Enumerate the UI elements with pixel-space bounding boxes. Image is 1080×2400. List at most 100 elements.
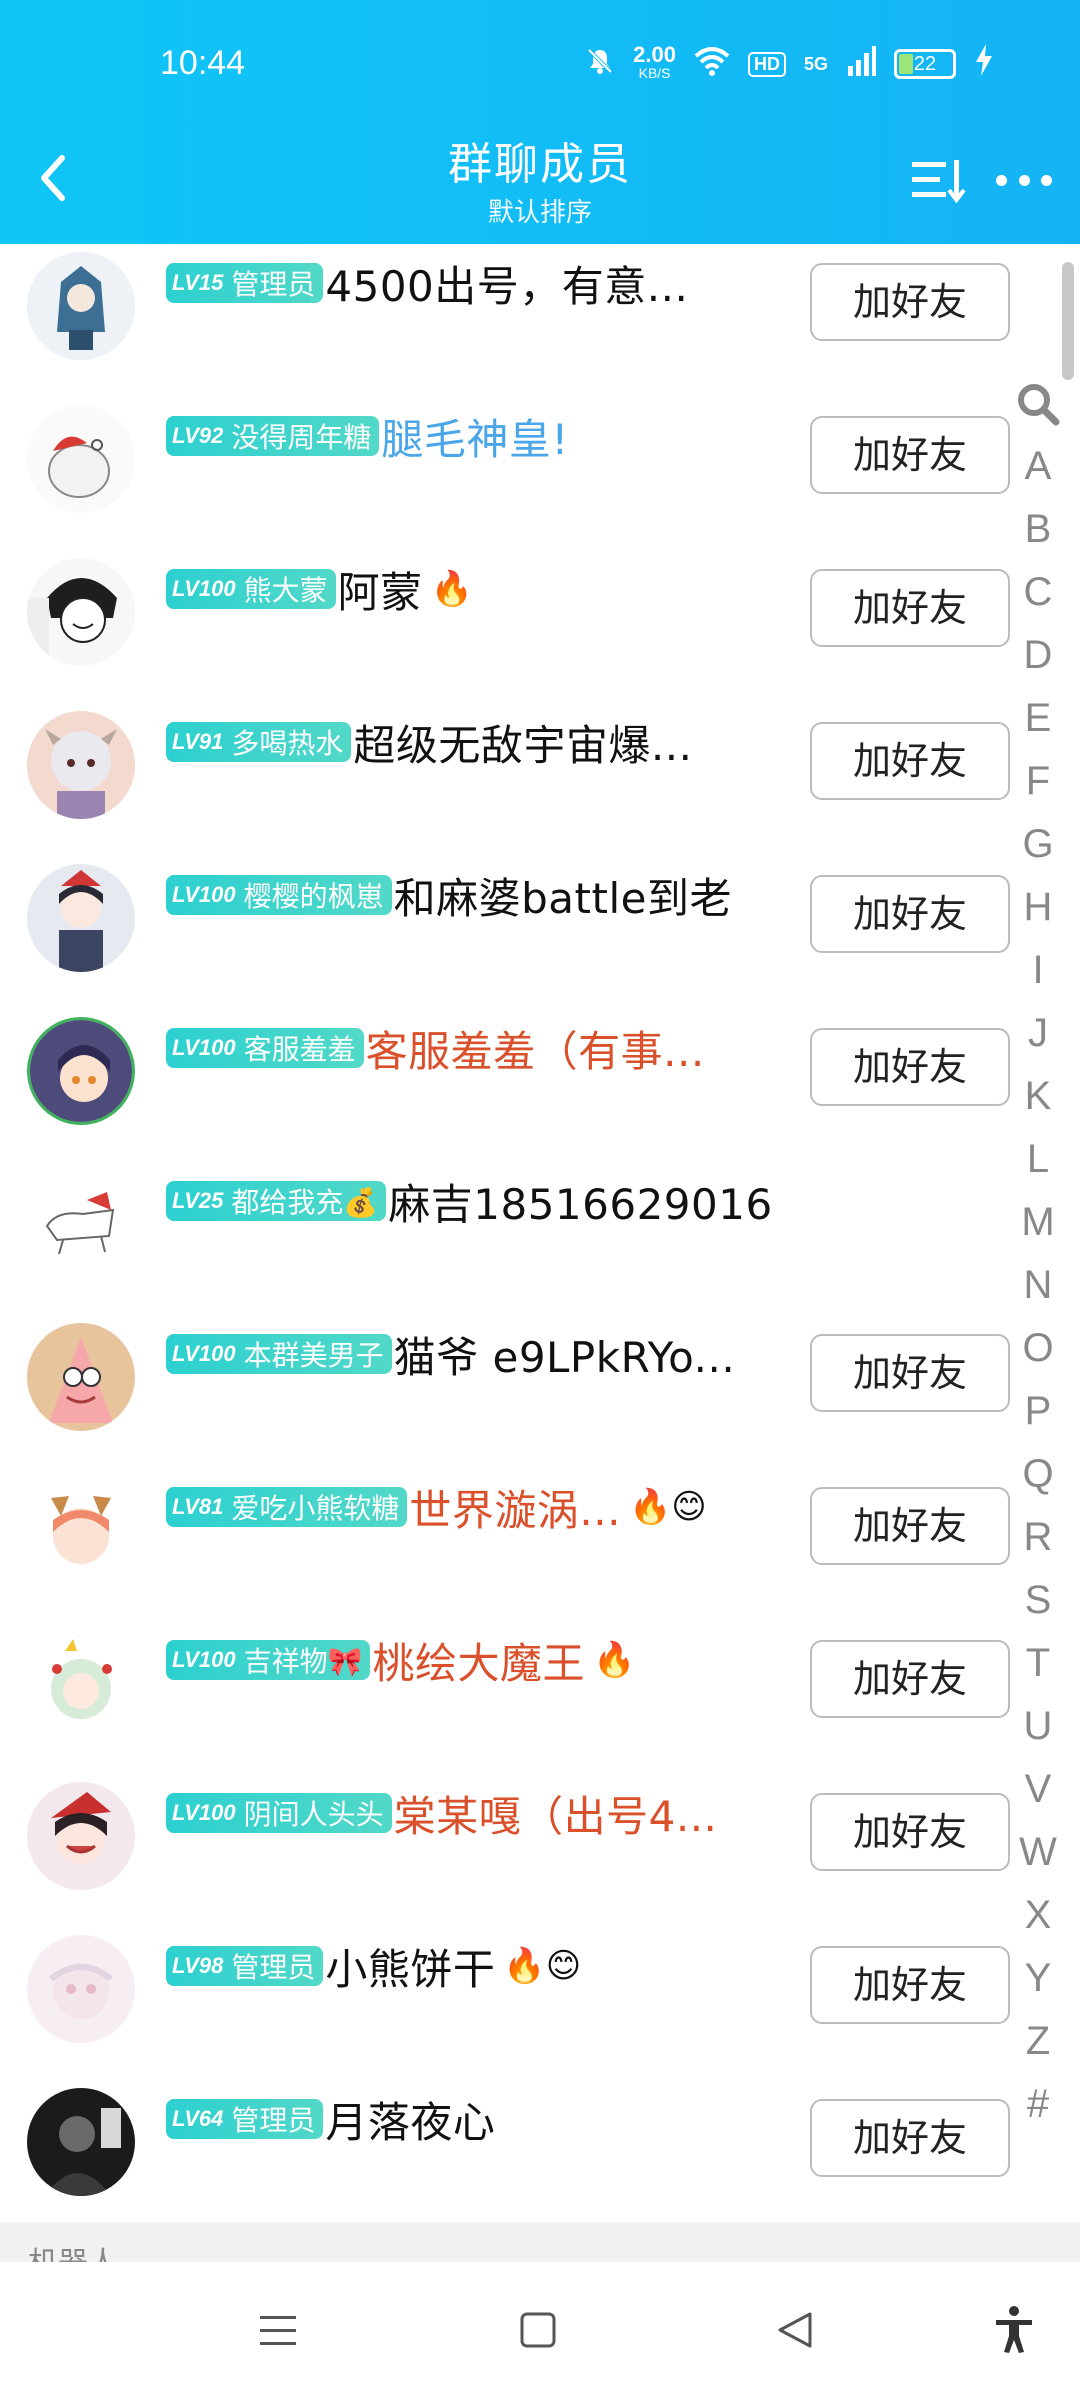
- dot: [1018, 174, 1030, 186]
- add-friend-button[interactable]: 加好友: [810, 1793, 1010, 1871]
- status-emoji-icon: 🔥😊: [628, 1487, 707, 1527]
- avatar[interactable]: [27, 1476, 135, 1584]
- avatar[interactable]: [27, 864, 135, 972]
- member-row[interactable]: LV100 本群美男子 猫爷 e9LPkRYo... 加好友: [0, 1315, 1080, 1468]
- member-name-line: LV100 樱樱的枫崽 和麻婆battle到老: [166, 865, 732, 925]
- member-row[interactable]: LV100 樱樱的枫崽 和麻婆battle到老 加好友: [0, 856, 1080, 1009]
- member-row[interactable]: LV98 管理员 小熊饼干 🔥😊 加好友: [0, 1927, 1080, 2080]
- accessibility-icon[interactable]: [984, 2300, 1044, 2360]
- avatar[interactable]: [27, 1782, 135, 1890]
- charging-icon: [974, 44, 994, 84]
- index-letter[interactable]: Q: [1010, 1452, 1066, 1497]
- add-friend-button[interactable]: 加好友: [810, 1946, 1010, 2024]
- member-nickname: 和麻婆battle到老: [393, 873, 732, 923]
- member-name-line: LV98 管理员 小熊饼干 🔥😊: [166, 1936, 581, 1996]
- add-friend-button[interactable]: 加好友: [810, 1334, 1010, 1412]
- sort-button[interactable]: [906, 150, 976, 210]
- index-letter[interactable]: V: [1010, 1767, 1066, 1812]
- avatar[interactable]: [27, 1170, 135, 1278]
- member-row[interactable]: LV100 阴间人头头 棠某嘎（出号4... 加好友: [0, 1774, 1080, 1927]
- avatar[interactable]: [27, 405, 135, 513]
- member-row[interactable]: LV81 爱吃小熊软糖 世界漩涡... 🔥😊 加好友: [0, 1468, 1080, 1621]
- avatar[interactable]: [27, 1629, 135, 1737]
- home-square-icon[interactable]: [508, 2300, 568, 2360]
- index-letter[interactable]: C: [1010, 570, 1066, 615]
- index-letter[interactable]: G: [1010, 822, 1066, 867]
- index-letter[interactable]: S: [1010, 1578, 1066, 1623]
- member-row[interactable]: LV25 都给我充💰 麻吉18516629016: [0, 1162, 1080, 1315]
- avatar[interactable]: [27, 2088, 135, 2196]
- section-divider: [0, 2222, 1080, 2262]
- mute-icon: [585, 46, 615, 82]
- index-letter[interactable]: #: [1010, 2082, 1066, 2127]
- avatar[interactable]: [27, 1323, 135, 1431]
- system-nav-bar: [0, 2262, 1080, 2400]
- member-name-line: LV91 多喝热水 超级无敌宇宙爆...: [166, 712, 692, 772]
- level-badge: LV98 管理员: [166, 1946, 324, 1986]
- add-friend-button[interactable]: 加好友: [810, 722, 1010, 800]
- hd-badge: HD: [747, 51, 786, 77]
- member-name-line: LV100 本群美男子 猫爷 e9LPkRYo...: [166, 1324, 735, 1384]
- index-letter[interactable]: F: [1010, 759, 1066, 804]
- index-letter[interactable]: L: [1010, 1137, 1066, 1182]
- status-emoji-icon: 🔥😊: [503, 1946, 582, 1986]
- member-row[interactable]: LV100 客服羞羞 客服羞羞（有事... 加好友: [0, 1009, 1080, 1162]
- add-friend-button[interactable]: 加好友: [810, 875, 1010, 953]
- index-letter[interactable]: W: [1010, 1830, 1066, 1875]
- index-letter[interactable]: Z: [1010, 2019, 1066, 2064]
- member-row[interactable]: LV91 多喝热水 超级无敌宇宙爆... 加好友: [0, 703, 1080, 856]
- add-friend-button[interactable]: 加好友: [810, 1640, 1010, 1718]
- member-row[interactable]: LV15 管理员 4500出号，有意... 加好友: [0, 244, 1080, 397]
- member-row[interactable]: LV92 没得周年糖 腿毛神皇! 加好友: [0, 397, 1080, 550]
- menu-icon[interactable]: [248, 2300, 308, 2360]
- index-letter[interactable]: R: [1010, 1515, 1066, 1560]
- index-letter[interactable]: J: [1010, 1011, 1066, 1056]
- net-speed: 2.00 KB/S: [633, 42, 676, 82]
- add-friend-button[interactable]: 加好友: [810, 416, 1010, 494]
- index-letter[interactable]: H: [1010, 885, 1066, 930]
- wifi-icon: [694, 46, 730, 82]
- status-icons: 2.00 KB/S HD 5G 22: [585, 44, 994, 84]
- status-bar: 10:44 2.00 KB/S HD 5G 22: [0, 0, 1080, 120]
- index-letter[interactable]: K: [1010, 1074, 1066, 1119]
- index-letter[interactable]: B: [1010, 507, 1066, 552]
- avatar[interactable]: [27, 558, 135, 666]
- member-nickname: 猫爷 e9LPkRYo...: [393, 1332, 736, 1382]
- avatar[interactable]: [27, 1935, 135, 2043]
- member-nickname: 客服羞羞（有事...: [365, 1026, 705, 1076]
- index-letter[interactable]: X: [1010, 1893, 1066, 1938]
- index-letter[interactable]: P: [1010, 1389, 1066, 1434]
- index-letter[interactable]: Y: [1010, 1956, 1066, 2001]
- member-row[interactable]: LV100 熊大蒙 阿蒙 🔥 加好友: [0, 550, 1080, 703]
- index-letter[interactable]: D: [1010, 633, 1066, 678]
- add-friend-button[interactable]: 加好友: [810, 263, 1010, 341]
- add-friend-button[interactable]: 加好友: [810, 1028, 1010, 1106]
- back-triangle-icon[interactable]: [766, 2300, 826, 2360]
- index-letter[interactable]: T: [1010, 1641, 1066, 1686]
- index-letter[interactable]: A: [1010, 444, 1066, 489]
- add-friend-button[interactable]: 加好友: [810, 569, 1010, 647]
- member-nickname: 月落夜心: [325, 2097, 496, 2147]
- avatar[interactable]: [27, 1017, 135, 1125]
- search-icon[interactable]: [1010, 376, 1066, 432]
- index-letter[interactable]: I: [1010, 948, 1066, 993]
- member-nickname: 麻吉18516629016: [388, 1179, 773, 1229]
- add-friend-button[interactable]: 加好友: [810, 1487, 1010, 1565]
- index-letter[interactable]: M: [1010, 1200, 1066, 1245]
- index-letter[interactable]: N: [1010, 1263, 1066, 1308]
- avatar[interactable]: [27, 711, 135, 819]
- member-row[interactable]: LV100 吉祥物🎀 桃绘大魔王 🔥 加好友: [0, 1621, 1080, 1774]
- more-button[interactable]: [996, 160, 1052, 200]
- avatar[interactable]: [27, 252, 135, 360]
- index-letter[interactable]: U: [1010, 1704, 1066, 1749]
- index-letter[interactable]: O: [1010, 1326, 1066, 1371]
- member-row[interactable]: LV64 管理员 月落夜心 加好友: [0, 2080, 1080, 2233]
- member-name-line: LV64 管理员 月落夜心: [166, 2089, 495, 2149]
- signal-bars-icon: [846, 46, 876, 82]
- member-nickname: 腿毛神皇!: [381, 414, 569, 464]
- scrollbar[interactable]: [1062, 262, 1074, 380]
- index-letter[interactable]: E: [1010, 696, 1066, 741]
- add-friend-button[interactable]: 加好友: [810, 2099, 1010, 2177]
- level-badge: LV15 管理员: [166, 263, 324, 303]
- member-name-line: LV92 没得周年糖 腿毛神皇!: [166, 406, 569, 466]
